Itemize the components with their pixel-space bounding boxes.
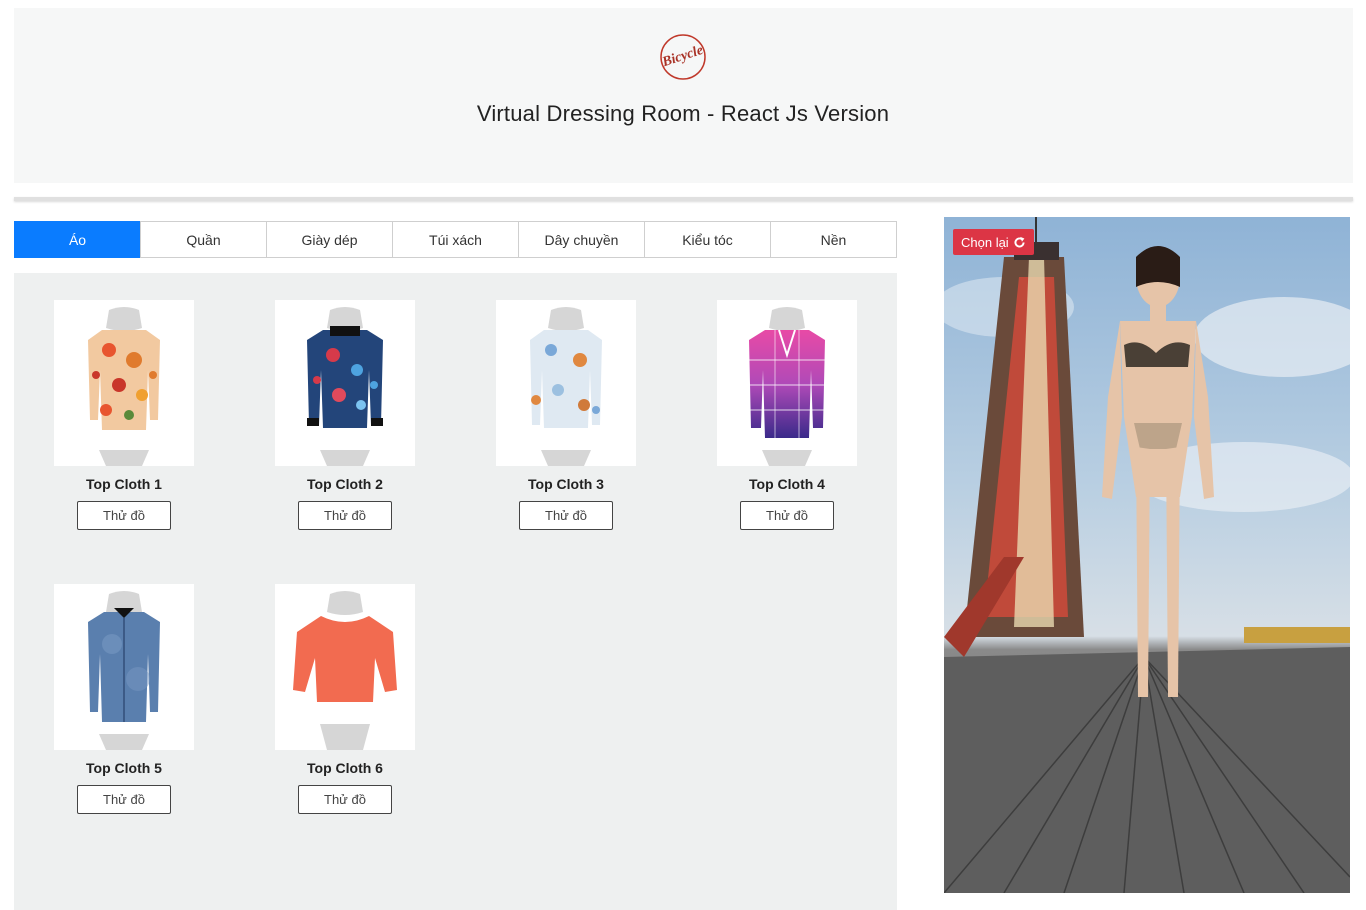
dressing-stage: Chọn lại [944, 217, 1350, 893]
product-card: Top Cloth 4 Thử đồ [717, 300, 857, 530]
reset-button[interactable]: Chọn lại [953, 229, 1034, 255]
product-name: Top Cloth 5 [86, 760, 162, 776]
product-image[interactable] [717, 300, 857, 466]
stage-background [944, 217, 1350, 893]
product-name: Top Cloth 2 [307, 476, 383, 492]
product-card: Top Cloth 6 Thử đồ [275, 584, 415, 814]
tab-ao[interactable]: Áo [14, 221, 141, 258]
try-on-button[interactable]: Thử đồ [298, 785, 392, 814]
product-name: Top Cloth 4 [749, 476, 825, 492]
product-card: Top Cloth 3 Thử đồ [496, 300, 636, 530]
try-on-button[interactable]: Thử đồ [77, 501, 171, 530]
header-divider [14, 197, 1353, 201]
product-image[interactable] [275, 300, 415, 466]
product-image[interactable] [54, 584, 194, 750]
category-tabs: Áo Quần Giày dép Túi xách Dây chuyền Kiể… [14, 221, 897, 258]
try-on-button[interactable]: Thử đồ [77, 785, 171, 814]
reset-label: Chọn lại [961, 234, 1009, 250]
product-card: Top Cloth 5 Thử đồ [54, 584, 194, 814]
tab-day-chuyen[interactable]: Dây chuyền [518, 221, 645, 258]
product-name: Top Cloth 3 [528, 476, 604, 492]
refresh-icon [1014, 236, 1025, 248]
product-panel: Top Cloth 1 Thử đồ Top Cloth 2 Thử đồ To… [14, 273, 897, 910]
product-card: Top Cloth 2 Thử đồ [275, 300, 415, 530]
product-image[interactable] [496, 300, 636, 466]
try-on-button[interactable]: Thử đồ [298, 501, 392, 530]
product-card: Top Cloth 1 Thử đồ [54, 300, 194, 530]
try-on-button[interactable]: Thử đồ [740, 501, 834, 530]
tab-tui-xach[interactable]: Túi xách [392, 221, 519, 258]
tab-kieu-toc[interactable]: Kiểu tóc [644, 221, 771, 258]
product-name: Top Cloth 6 [307, 760, 383, 776]
product-image[interactable] [275, 584, 415, 750]
product-image[interactable] [54, 300, 194, 466]
page-title: Virtual Dressing Room - React Js Version [476, 101, 890, 126]
tab-quan[interactable]: Quần [140, 221, 267, 258]
logo-text: Bicycle [660, 43, 706, 71]
tab-giay-dep[interactable]: Giày dép [266, 221, 393, 258]
tab-nen[interactable]: Nền [770, 221, 897, 258]
bicycle-logo: Bicycle [660, 34, 706, 80]
product-name: Top Cloth 1 [86, 476, 162, 492]
try-on-button[interactable]: Thử đồ [519, 501, 613, 530]
